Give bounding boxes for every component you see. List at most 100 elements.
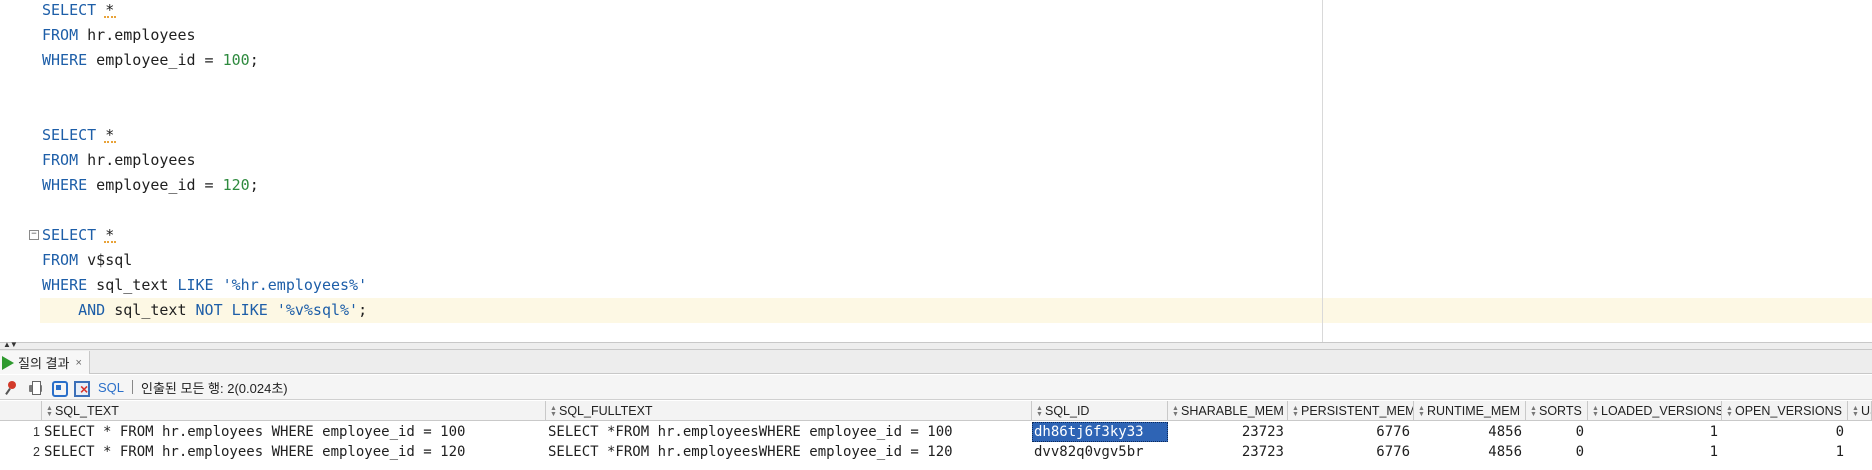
grid-cell-sql-text[interactable]: SELECT * FROM hr.employees WHERE employe… [42, 422, 546, 442]
column-header-label: RUNTIME_MEM [1427, 404, 1521, 418]
sql-string: '%v%sql%' [276, 301, 359, 319]
column-header-persistent-mem[interactable]: ▲ ▼ PERSISTENT_MEM [1288, 401, 1414, 421]
sort-icon[interactable]: ▲ ▼ [46, 405, 53, 418]
results-tabbar: 질의 결과 × [0, 350, 1872, 374]
column-header-label: SORTS [1539, 404, 1582, 418]
code-token: employee_id = [87, 176, 223, 194]
grid-cell-us[interactable] [1848, 442, 1872, 462]
sql-number: 100 [222, 51, 250, 69]
column-header-label: SQL_TEXT [55, 404, 119, 418]
splitter-arrows-icon[interactable]: ▲▼ [3, 341, 18, 349]
code-line: WHERE employee_id = 100; [42, 48, 259, 73]
row-number[interactable]: 1 [0, 422, 42, 442]
sort-icon[interactable]: ▲ ▼ [1292, 405, 1299, 418]
column-header-label: US [1861, 404, 1871, 418]
code-token: ; [358, 301, 368, 319]
sql-keyword: LIKE [177, 276, 214, 294]
code-line: SELECT * [42, 223, 114, 248]
grid-cell-sql-text[interactable]: SELECT * FROM hr.employees WHERE employe… [42, 442, 546, 462]
code-line: FROM hr.employees [42, 148, 196, 173]
sql-keyword: SELECT [42, 226, 97, 244]
row-number[interactable]: 2 [0, 442, 42, 462]
print-margin-line [1322, 0, 1323, 342]
sort-icon[interactable]: ▲ ▼ [1726, 405, 1733, 418]
sql-number: 120 [222, 176, 250, 194]
code-token: hr.employees [78, 151, 196, 169]
grid-cell-runtime-mem[interactable]: 4856 [1414, 422, 1526, 442]
sort-icon[interactable]: ▲ ▼ [1530, 405, 1537, 418]
sql-keyword: FROM [42, 26, 79, 44]
code-token: sql_text [105, 301, 196, 319]
column-header-label: OPEN_VERSIONS [1735, 404, 1842, 418]
sort-icon[interactable]: ▲ ▼ [1852, 405, 1859, 418]
grid-cell-open-versions[interactable]: 0 [1722, 422, 1848, 442]
sql-keyword: WHERE [42, 51, 88, 69]
code-token: * [105, 1, 115, 19]
column-header-sql-id[interactable]: ▲ ▼ SQL_ID [1032, 401, 1168, 421]
sql-string: '%hr.employees%' [222, 276, 368, 294]
code-token: * [105, 126, 115, 144]
code-token: employee_id = [87, 51, 223, 69]
column-header-sql-text[interactable]: ▲ ▼ SQL_TEXT [42, 401, 546, 421]
code-token: ; [249, 176, 259, 194]
grid-cell-sql-id[interactable]: dh86tj6f3ky33 [1032, 422, 1168, 442]
code-line: SELECT * [42, 123, 114, 148]
code-token: sql_text [87, 276, 178, 294]
grid-cell-sql-fulltext[interactable]: SELECT *FROM hr.employeesWHERE employee_… [546, 422, 1032, 442]
panel-splitter[interactable]: ▲▼ [0, 341, 1872, 350]
sql-keyword: FROM [42, 151, 79, 169]
sort-icon[interactable]: ▲ ▼ [1592, 405, 1599, 418]
grid-cell-sorts[interactable]: 0 [1526, 422, 1588, 442]
column-header-label: SQL_ID [1045, 404, 1090, 418]
column-header-label: SQL_FULLTEXT [559, 404, 653, 418]
pin-icon[interactable] [4, 379, 21, 396]
fetch-status-text: 인출된 모든 행: 2(0.024초) [141, 380, 288, 396]
grid-cell-us[interactable] [1848, 422, 1872, 442]
grid-cell-sorts[interactable]: 0 [1526, 442, 1588, 462]
results-grid[interactable]: ▲ ▼ SQL_TEXT ▲ ▼ SQL_FULLTEXT ▲ ▼ SQL_ID ▲ ▼ SHARAB… [0, 401, 1872, 470]
tab-close-icon[interactable]: × [75, 357, 81, 369]
tab-query-result-label: 질의 결과 [18, 356, 70, 371]
column-header-open-versions[interactable]: ▲ ▼ OPEN_VERSIONS [1722, 401, 1848, 421]
column-header-loaded-versions[interactable]: ▲ ▼ LOADED_VERSIONS [1588, 401, 1722, 421]
grid-cell-loaded-versions[interactable]: 1 [1588, 442, 1722, 462]
refresh-icon[interactable] [50, 379, 68, 397]
sort-icon[interactable]: ▲ ▼ [1172, 405, 1179, 418]
column-header-sql-fulltext[interactable]: ▲ ▼ SQL_FULLTEXT [546, 401, 1032, 421]
grid-cell-persistent-mem[interactable]: 6776 [1288, 422, 1414, 442]
column-header-us[interactable]: ▲▼US [1848, 401, 1872, 421]
grid-cell-runtime-mem[interactable]: 4856 [1414, 442, 1526, 462]
sort-icon[interactable]: ▲ ▼ [1036, 405, 1043, 418]
tab-query-result[interactable]: 질의 결과 × [0, 351, 90, 374]
cancel-query-icon[interactable] [73, 379, 90, 397]
toolbar-separator [132, 380, 134, 394]
grid-cell-sharable-mem[interactable]: 23723 [1168, 422, 1288, 442]
sql-button[interactable]: SQL [98, 380, 124, 395]
sql-keyword: WHERE [42, 176, 88, 194]
code-line: FROM hr.employees [42, 23, 196, 48]
column-header-sharable-mem[interactable]: ▲ ▼ SHARABLE_MEM [1168, 401, 1288, 421]
grid-cell-open-versions[interactable]: 1 [1722, 442, 1848, 462]
sql-keyword: NOT [195, 301, 223, 319]
column-header-label: LOADED_VERSIONS [1601, 404, 1722, 418]
sort-icon[interactable]: ▲ ▼ [550, 405, 557, 418]
sort-icon[interactable]: ▲ ▼ [1418, 405, 1425, 418]
editor-gutter [0, 0, 40, 342]
print-icon[interactable] [27, 379, 44, 396]
column-header-runtime-mem[interactable]: ▲ ▼ RUNTIME_MEM [1414, 401, 1526, 421]
code-line: SELECT * [42, 0, 114, 23]
grid-corner-header [0, 401, 42, 421]
grid-cell-sql-fulltext[interactable]: SELECT *FROM hr.employeesWHERE employee_… [546, 442, 1032, 462]
grid-cell-sharable-mem[interactable]: 23723 [1168, 442, 1288, 462]
column-header-sorts[interactable]: ▲ ▼ SORTS [1526, 401, 1588, 421]
code-line: FROM v$sql [42, 248, 132, 273]
grid-cell-loaded-versions[interactable]: 1 [1588, 422, 1722, 442]
grid-cell-sql-id[interactable]: dvv82q0vgv5br [1032, 442, 1168, 462]
sql-keyword: SELECT [42, 126, 97, 144]
grid-cell-persistent-mem[interactable]: 6776 [1288, 442, 1414, 462]
sql-editor[interactable]: − SELECT * FROM hr.employees WHERE employe… [0, 0, 1872, 342]
fold-collapse-icon[interactable]: − [29, 230, 39, 240]
